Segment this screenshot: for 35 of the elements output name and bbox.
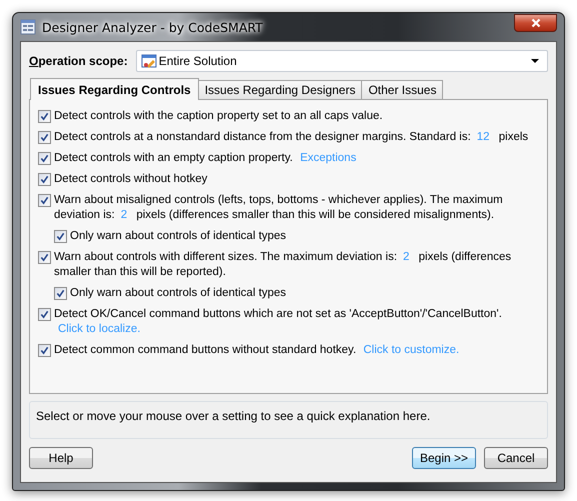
window-form-icon [20,19,36,35]
checkbox[interactable] [38,251,51,264]
tab[interactable]: Issues Regarding Controls [30,78,199,100]
dialog-button[interactable]: Begin >> [412,447,476,469]
caret-icon [531,59,539,63]
checkbox[interactable] [38,308,51,321]
checkbox[interactable] [38,173,51,186]
checkbox[interactable] [54,230,67,243]
option-label: Detect controls with the caption property set to an all caps value. [54,109,383,124]
option-label: Detect controls with an empty caption property. Exceptions [54,151,356,166]
window-title: Designer Analyzer - by CodeSMART [42,20,263,34]
dialog-button[interactable]: Help [29,447,93,469]
option-label: Detect common command buttons without standard hotkey. Click to customize. [54,343,460,358]
option-label: Warn about controls with different sizes. The maximum deviation is: 2 pixels (differences smaller than this will be reported). [54,250,512,280]
checkbox[interactable] [38,194,51,207]
option-label: Detect OK/Cancel command buttons which are not set as 'AcceptButton'/'CancelButton'. Click to localize. [54,307,502,337]
checkbox[interactable] [38,131,51,144]
checkbox[interactable] [54,287,67,300]
solution-icon [140,53,157,69]
checkbox[interactable] [38,110,51,123]
dialog-button[interactable]: Cancel [484,447,548,469]
tab[interactable]: Other Issues [361,80,444,99]
close-button[interactable] [514,14,557,32]
option-label: Detect controls without hotkey [54,172,208,187]
close-icon [530,18,540,28]
tab[interactable]: Issues Regarding Designers [198,80,362,99]
option-label: Detect controls at a nonstandard distance from the designer margins. Standard is: 12 pixels [54,130,528,145]
scope-label: Operation scope: [29,54,128,68]
option-label: Only warn about controls of identical types [70,229,286,244]
scope-dropdown[interactable]: Entire Solution [136,50,548,72]
option-label: Warn about misaligned controls (lefts, tops, bottoms - whichever applies). The maximum deviation is: 2 pixels (differences smaller than this will be considered misalignments). [54,193,504,223]
option-label: Only warn about controls of identical types [70,286,286,301]
checkbox[interactable] [38,152,51,165]
checkbox[interactable] [38,344,51,357]
explanation-text: Select or move your mouse over a setting to see a quick explanation here. [36,409,430,423]
